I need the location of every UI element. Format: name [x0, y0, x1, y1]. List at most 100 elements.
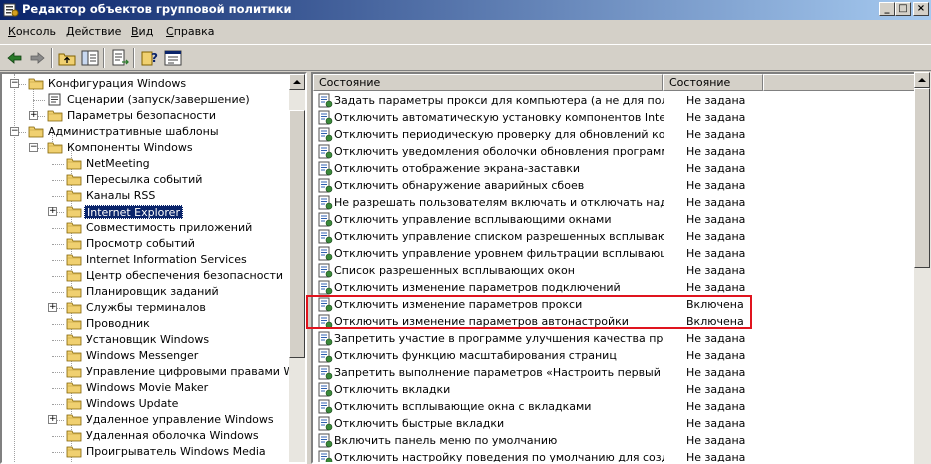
tree-node-label: Удаленное управление Windows [86, 413, 274, 426]
policy-state: Не задана [686, 179, 746, 192]
policy-row[interactable]: Отключить уведомления оболочки обновлени… [313, 143, 913, 160]
tree-node[interactable]: Windows Messenger [2, 348, 292, 364]
policy-setting-icon [317, 110, 333, 125]
folder-icon [66, 205, 82, 218]
policy-row[interactable]: Запретить выполнение параметров «Настрои… [313, 364, 913, 381]
column-header-state[interactable]: Состояние [663, 74, 763, 91]
expand-icon[interactable]: + [48, 303, 57, 312]
tree-node[interactable]: Сценарии (запуск/завершение) [2, 92, 292, 108]
policy-row[interactable]: Отключить настройку поведения по умолчан… [313, 449, 913, 462]
tree-node[interactable]: Проводник [2, 316, 292, 332]
policy-name: Отключить быстрые вкладки [334, 417, 505, 430]
title-bar[interactable]: Редактор объектов групповой политики _ □… [0, 0, 931, 20]
policy-row[interactable]: Отключить управление списком разрешенных… [313, 228, 913, 245]
properties-icon[interactable] [162, 48, 184, 68]
policy-row[interactable]: Отключить вкладки Не задана [313, 381, 913, 398]
policy-row[interactable]: Включить панель меню по умолчанию Не зада… [313, 432, 913, 449]
back-icon[interactable] [4, 48, 26, 68]
tree-node-label: Параметры безопасности [67, 109, 217, 122]
expand-icon[interactable]: + [48, 415, 57, 424]
tree-node[interactable]: Просмотр событий [2, 236, 292, 252]
policy-setting-icon [317, 246, 333, 261]
tree-node[interactable]: Удаленная оболочка Windows [2, 428, 292, 444]
tree-node[interactable]: + Параметры безопасности [2, 108, 292, 124]
tree-scrollbar[interactable] [289, 74, 305, 462]
policy-row[interactable]: Отключить быстрые вкладки Не задана [313, 415, 913, 432]
menu-action[interactable]: Действие [66, 25, 121, 38]
tree-node[interactable]: Windows Update [2, 396, 292, 412]
collapse-icon[interactable]: − [10, 127, 19, 136]
tree-node[interactable]: + Internet Explorer [2, 204, 292, 220]
up-folder-icon[interactable] [56, 48, 78, 68]
policy-state: Не задана [686, 94, 746, 107]
tree-node[interactable]: Каналы RSS [2, 188, 292, 204]
tree-node[interactable]: + Удаленное управление Windows [2, 412, 292, 428]
policy-name: Включить панель меню по умолчанию [334, 434, 558, 447]
menu-view[interactable]: Вид [131, 25, 153, 38]
tree-node[interactable]: − Компоненты Windows [2, 140, 292, 156]
minimize-button[interactable]: _ [879, 2, 895, 16]
forward-icon[interactable] [26, 48, 48, 68]
tree-node[interactable]: Установщик Windows [2, 332, 292, 348]
menu-console[interactable]: Консоль [8, 25, 56, 38]
show-hide-tree-icon[interactable] [79, 48, 101, 68]
tree-scroll-up-button[interactable] [289, 74, 305, 90]
maximize-button[interactable]: □ [895, 2, 911, 16]
tree-node[interactable]: Проигрыватель Windows Media [2, 444, 292, 460]
tree-scroll-thumb[interactable] [289, 110, 305, 358]
policy-setting-icon [317, 416, 333, 431]
menu-view-label: ид [138, 25, 154, 38]
tree-node[interactable]: Пересылка событий [2, 172, 292, 188]
policy-row[interactable]: Отключить изменение параметров подключен… [313, 279, 913, 296]
tree-branch-line [52, 324, 64, 325]
policy-row[interactable]: Отключить всплывающие окна с вкладками Не… [313, 398, 913, 415]
list-scroll-thumb[interactable] [914, 88, 930, 268]
toolbar-separator [51, 48, 53, 68]
menu-help-label: правка [173, 25, 215, 38]
tree-node[interactable]: Управление цифровыми правами Windows [2, 364, 305, 380]
tree-node[interactable]: Планировщик заданий [2, 284, 292, 300]
tree-node[interactable]: Internet Information Services [2, 252, 292, 268]
policy-row[interactable]: Отключить управление уровнем фильтрации … [313, 245, 913, 262]
list-scrollbar[interactable] [914, 72, 931, 464]
policy-name: Отключить изменение параметров подключен… [334, 281, 621, 294]
policy-row[interactable]: Запретить участие в программе улучшения … [313, 330, 913, 347]
policy-row[interactable]: Отключить отображение экрана-заставки Не … [313, 160, 913, 177]
policy-name: Отключить всплывающие окна с вкладками [334, 400, 592, 413]
tree-node[interactable]: Центр обеспечения безопасности [2, 268, 292, 284]
help-icon[interactable]: ? [139, 48, 161, 68]
column-header-name[interactable]: Состояние [313, 74, 663, 91]
policy-row[interactable]: Отключить автоматическую установку компо… [313, 109, 913, 126]
close-button[interactable]: × [913, 2, 929, 16]
tree-node-label: Службы терминалов [86, 301, 206, 314]
expand-icon[interactable]: + [29, 111, 38, 120]
console-tree[interactable]: − Конфигурация Windows Сценарии (запуск/за… [0, 72, 307, 464]
policy-list[interactable]: Состояние Состояние Задать параметры про… [311, 72, 931, 464]
folder-icon [66, 429, 82, 442]
policy-row[interactable]: Отключить периодическую проверку для обн… [313, 126, 913, 143]
policy-row[interactable]: Список разрешенных всплывающих окон Не за… [313, 262, 913, 279]
policy-row[interactable]: Задать параметры прокси для компьютера (… [313, 92, 913, 109]
tree-node[interactable]: NetMeeting [2, 156, 292, 172]
policy-name: Отключить управление уровнем фильтрации … [334, 247, 664, 260]
collapse-icon[interactable]: − [10, 79, 19, 88]
collapse-icon[interactable]: − [29, 143, 38, 152]
tree-branch-line [52, 356, 64, 357]
toolbar-separator [133, 48, 135, 68]
policy-setting-icon [317, 450, 333, 462]
policy-row[interactable]: Отключить обнаружение аварийных сбоев Не … [313, 177, 913, 194]
export-list-icon[interactable] [109, 48, 131, 68]
policy-row[interactable]: Отключить функцию масштабирования страни… [313, 347, 913, 364]
policy-row[interactable]: Отключить управление всплывающими окнами… [313, 211, 913, 228]
tree-node[interactable]: + Службы терминалов [2, 300, 292, 316]
tree-node-label: Windows Movie Maker [86, 381, 209, 394]
policy-row[interactable]: Не разрешать пользователям включать и от… [313, 194, 913, 211]
tree-node[interactable]: Windows Movie Maker [2, 380, 292, 396]
menu-help[interactable]: Справка [166, 25, 214, 38]
tree-node[interactable]: Совместимость приложений [2, 220, 292, 236]
tree-node-label: Windows Update [86, 397, 179, 410]
list-scroll-up-button[interactable] [914, 72, 930, 88]
tree-node[interactable]: − Конфигурация Windows [2, 76, 292, 92]
tree-node[interactable]: − Административные шаблоны [2, 124, 292, 140]
expand-icon[interactable]: + [48, 207, 57, 216]
